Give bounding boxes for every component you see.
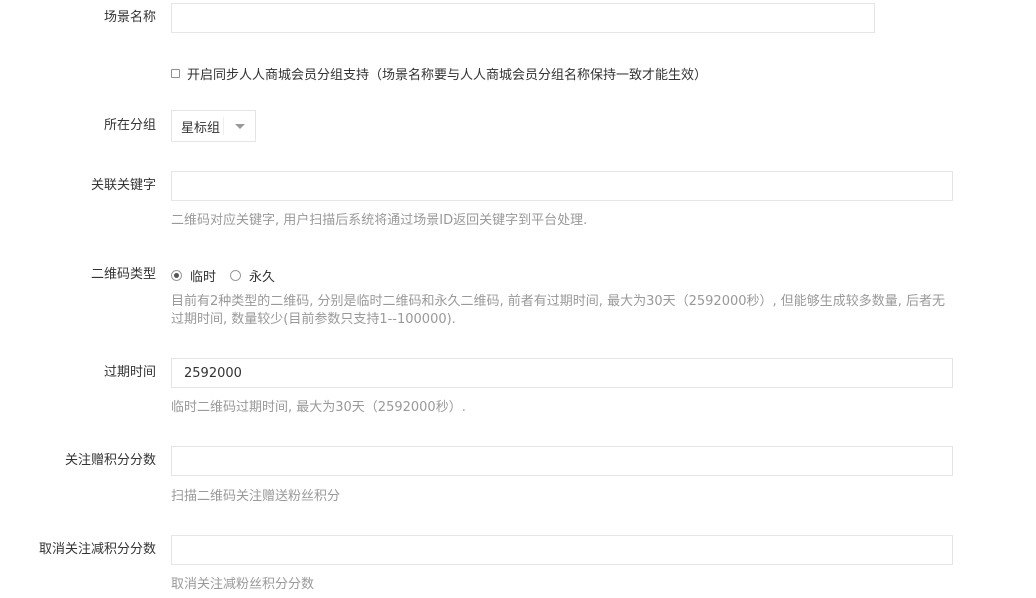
sync-member-group-option[interactable]: 开启同步人人商城会员分组支持（场景名称要与人人商城会员分组名称保持一致才能生效） [171,64,707,83]
follow-points-label: 关注赠积分分数 [64,453,156,468]
expire-input[interactable] [171,358,953,388]
chevron-down-icon[interactable] [235,124,245,129]
qr-type-temporary-label[interactable]: 临时 [190,266,216,285]
unfollow-points-help: 取消关注减粉丝积分分数 [171,577,315,592]
select-divider [223,117,224,135]
qr-type-permanent-radio[interactable] [230,270,242,281]
expire-label: 过期时间 [103,365,156,380]
group-select-value: 星标组 [181,120,221,136]
group-select[interactable]: 星标组 [171,110,256,142]
group-label: 所在分组 [103,118,156,133]
keyword-input[interactable] [171,171,953,201]
qr-type-help: 目前有2种类型的二维码, 分别是临时二维码和永久二维码, 前者有过期时间, 最大… [171,294,946,327]
qr-type-label: 二维码类型 [90,267,156,282]
expire-help: 临时二维码过期时间, 最大为30天（2592000秒）. [171,400,466,415]
follow-points-input[interactable] [171,446,953,476]
qr-type-radio-group: 临时 永久 [171,266,289,285]
unfollow-points-input[interactable] [171,535,953,565]
sync-member-group-label: 开启同步人人商城会员分组支持（场景名称要与人人商城会员分组名称保持一致才能生效） [187,68,708,83]
sync-member-group-checkbox[interactable] [171,69,180,78]
keyword-help: 二维码对应关键字, 用户扫描后系统将通过场景ID返回关键字到平台处理. [171,213,588,228]
keyword-label: 关联关键字 [90,178,156,193]
qr-type-permanent-label[interactable]: 永久 [249,266,275,285]
scene-name-input[interactable] [171,3,875,33]
follow-points-help: 扫描二维码关注赠送粉丝积分 [171,489,341,504]
scene-name-label: 场景名称 [103,10,156,25]
unfollow-points-label: 取消关注减积分分数 [38,542,156,557]
qr-type-temporary-radio[interactable] [171,270,182,281]
